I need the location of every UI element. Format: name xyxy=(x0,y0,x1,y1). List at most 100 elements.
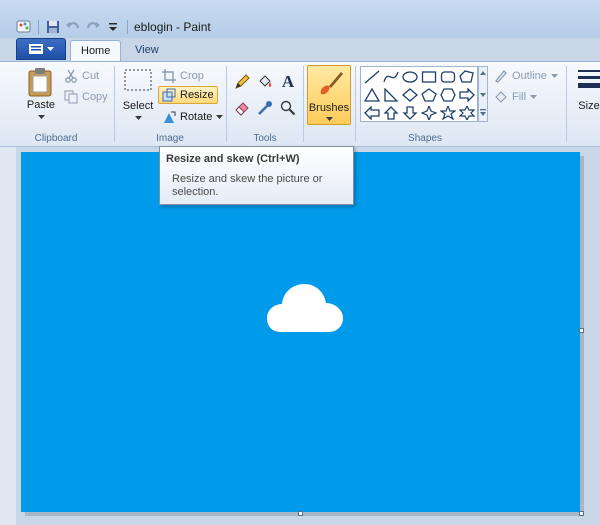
image-group-label: Image xyxy=(156,133,184,144)
quick-access-toolbar xyxy=(16,17,130,37)
chevron-down-icon xyxy=(550,73,558,78)
magnifier-icon[interactable] xyxy=(278,98,298,118)
outline-brush-icon xyxy=(494,70,507,83)
line-size-icon xyxy=(578,70,600,88)
customize-dropdown-icon[interactable] xyxy=(105,19,121,35)
right-arrow-shape-icon[interactable] xyxy=(458,87,476,103)
redo-icon[interactable] xyxy=(85,19,101,35)
down-arrow-shape-icon[interactable] xyxy=(401,105,419,121)
shapes-gallery xyxy=(360,66,478,122)
cut-button[interactable]: Cut xyxy=(64,67,99,85)
tab-view[interactable]: View xyxy=(125,40,169,62)
fill-label: Fill xyxy=(512,91,527,103)
rectangle-shape-icon[interactable] xyxy=(420,69,438,85)
canvas-resize-handle-corner[interactable] xyxy=(579,511,584,516)
group-divider xyxy=(566,66,567,142)
undo-icon[interactable] xyxy=(65,19,81,35)
cloud-icon xyxy=(267,284,343,332)
right-triangle-shape-icon[interactable] xyxy=(382,87,400,103)
six-point-star-shape-icon[interactable] xyxy=(458,105,476,121)
cut-label: Cut xyxy=(82,70,100,82)
workspace-left-edge xyxy=(0,147,16,525)
select-button[interactable]: Select xyxy=(121,68,155,121)
rotate-icon xyxy=(164,111,176,123)
five-point-star-shape-icon[interactable] xyxy=(439,105,457,121)
brush-icon xyxy=(320,72,343,95)
fill-bucket-icon[interactable] xyxy=(255,72,275,92)
crop-label: Crop xyxy=(180,70,204,82)
polygon-shape-icon[interactable] xyxy=(458,69,476,85)
chevron-down-icon xyxy=(216,114,224,119)
qat-separator xyxy=(127,20,128,34)
shapes-group-label: Shapes xyxy=(408,133,442,144)
tooltip-body-line: Resize and skew the picture or xyxy=(172,173,323,185)
chevron-down-icon xyxy=(530,94,538,99)
canvas-resize-handle-right[interactable] xyxy=(579,328,584,333)
pentagon-shape-icon[interactable] xyxy=(420,87,438,103)
eraser-icon[interactable] xyxy=(232,98,252,118)
hexagon-shape-icon[interactable] xyxy=(439,87,457,103)
paste-button[interactable]: Paste xyxy=(24,67,58,120)
tooltip-title: Resize and skew (Ctrl+W) xyxy=(166,153,300,165)
text-tool-glyph: A xyxy=(281,72,295,91)
paint-app-icon[interactable] xyxy=(16,19,32,35)
canvas-resize-handle-bottom[interactable] xyxy=(298,511,303,516)
triangle-shape-icon[interactable] xyxy=(363,87,381,103)
chevron-down-icon xyxy=(326,117,333,121)
group-divider xyxy=(114,66,115,142)
line-shape-icon[interactable] xyxy=(363,69,381,85)
title-bar: eblogin - Paint xyxy=(0,0,600,38)
window-title: eblogin - Paint xyxy=(134,20,211,34)
oval-shape-icon[interactable] xyxy=(401,69,419,85)
group-divider xyxy=(303,66,304,142)
diamond-shape-icon[interactable] xyxy=(401,87,419,103)
rounded-rectangle-shape-icon[interactable] xyxy=(439,69,457,85)
up-arrow-shape-icon[interactable] xyxy=(382,105,400,121)
chevron-down-icon xyxy=(37,115,45,119)
resize-label: Resize xyxy=(180,89,214,101)
resize-button[interactable]: Resize xyxy=(158,86,218,104)
crop-icon xyxy=(162,69,176,83)
clipboard-group: Paste Cut Copy Clipboard xyxy=(0,62,112,146)
paste-icon xyxy=(28,68,52,97)
tab-home[interactable]: Home xyxy=(70,40,122,62)
qat-separator xyxy=(38,20,39,34)
group-divider xyxy=(226,66,227,142)
shapes-scrollbar[interactable] xyxy=(478,66,488,122)
group-divider xyxy=(355,66,356,142)
fill-button[interactable]: Fill xyxy=(494,88,538,106)
paint-menu-button[interactable] xyxy=(16,38,66,60)
ribbon-tabs: Home View xyxy=(0,38,600,62)
chevron-down-icon xyxy=(134,116,142,120)
crop-button[interactable]: Crop xyxy=(162,67,204,85)
paste-label: Paste xyxy=(26,99,56,111)
color-picker-icon[interactable] xyxy=(255,98,275,118)
selection-rectangle-icon xyxy=(124,69,152,91)
rotate-button[interactable]: Rotate xyxy=(162,108,224,126)
outline-button[interactable]: Outline xyxy=(494,67,558,85)
tools-group-label: Tools xyxy=(253,133,277,144)
save-icon[interactable] xyxy=(45,19,61,35)
left-arrow-shape-icon[interactable] xyxy=(363,105,381,121)
size-label: Size xyxy=(578,100,600,112)
copy-button[interactable]: Copy xyxy=(64,88,108,106)
size-button[interactable]: Size xyxy=(574,68,600,112)
copy-icon xyxy=(64,90,78,104)
paint-menu-icon xyxy=(28,44,43,54)
tooltip-body: Resize and skew the picture or selection… xyxy=(172,173,347,199)
fill-bucket-icon xyxy=(495,91,507,103)
pencil-icon[interactable] xyxy=(232,72,252,92)
tooltip-body-line: selection. xyxy=(172,186,219,198)
text-tool-icon[interactable]: A xyxy=(278,72,298,92)
rotate-label: Rotate xyxy=(180,111,213,123)
chevron-down-icon xyxy=(46,46,54,51)
copy-label: Copy xyxy=(82,91,108,103)
brushes-button[interactable]: Brushes xyxy=(307,65,351,125)
clipboard-group-label: Clipboard xyxy=(34,133,78,144)
curve-shape-icon[interactable] xyxy=(382,69,400,85)
resize-tooltip: Resize and skew (Ctrl+W) Resize and skew… xyxy=(159,146,354,205)
scissors-icon xyxy=(65,69,77,83)
four-point-star-shape-icon[interactable] xyxy=(420,105,438,121)
select-label: Select xyxy=(122,100,154,112)
tools-group: A Tools xyxy=(228,62,302,146)
